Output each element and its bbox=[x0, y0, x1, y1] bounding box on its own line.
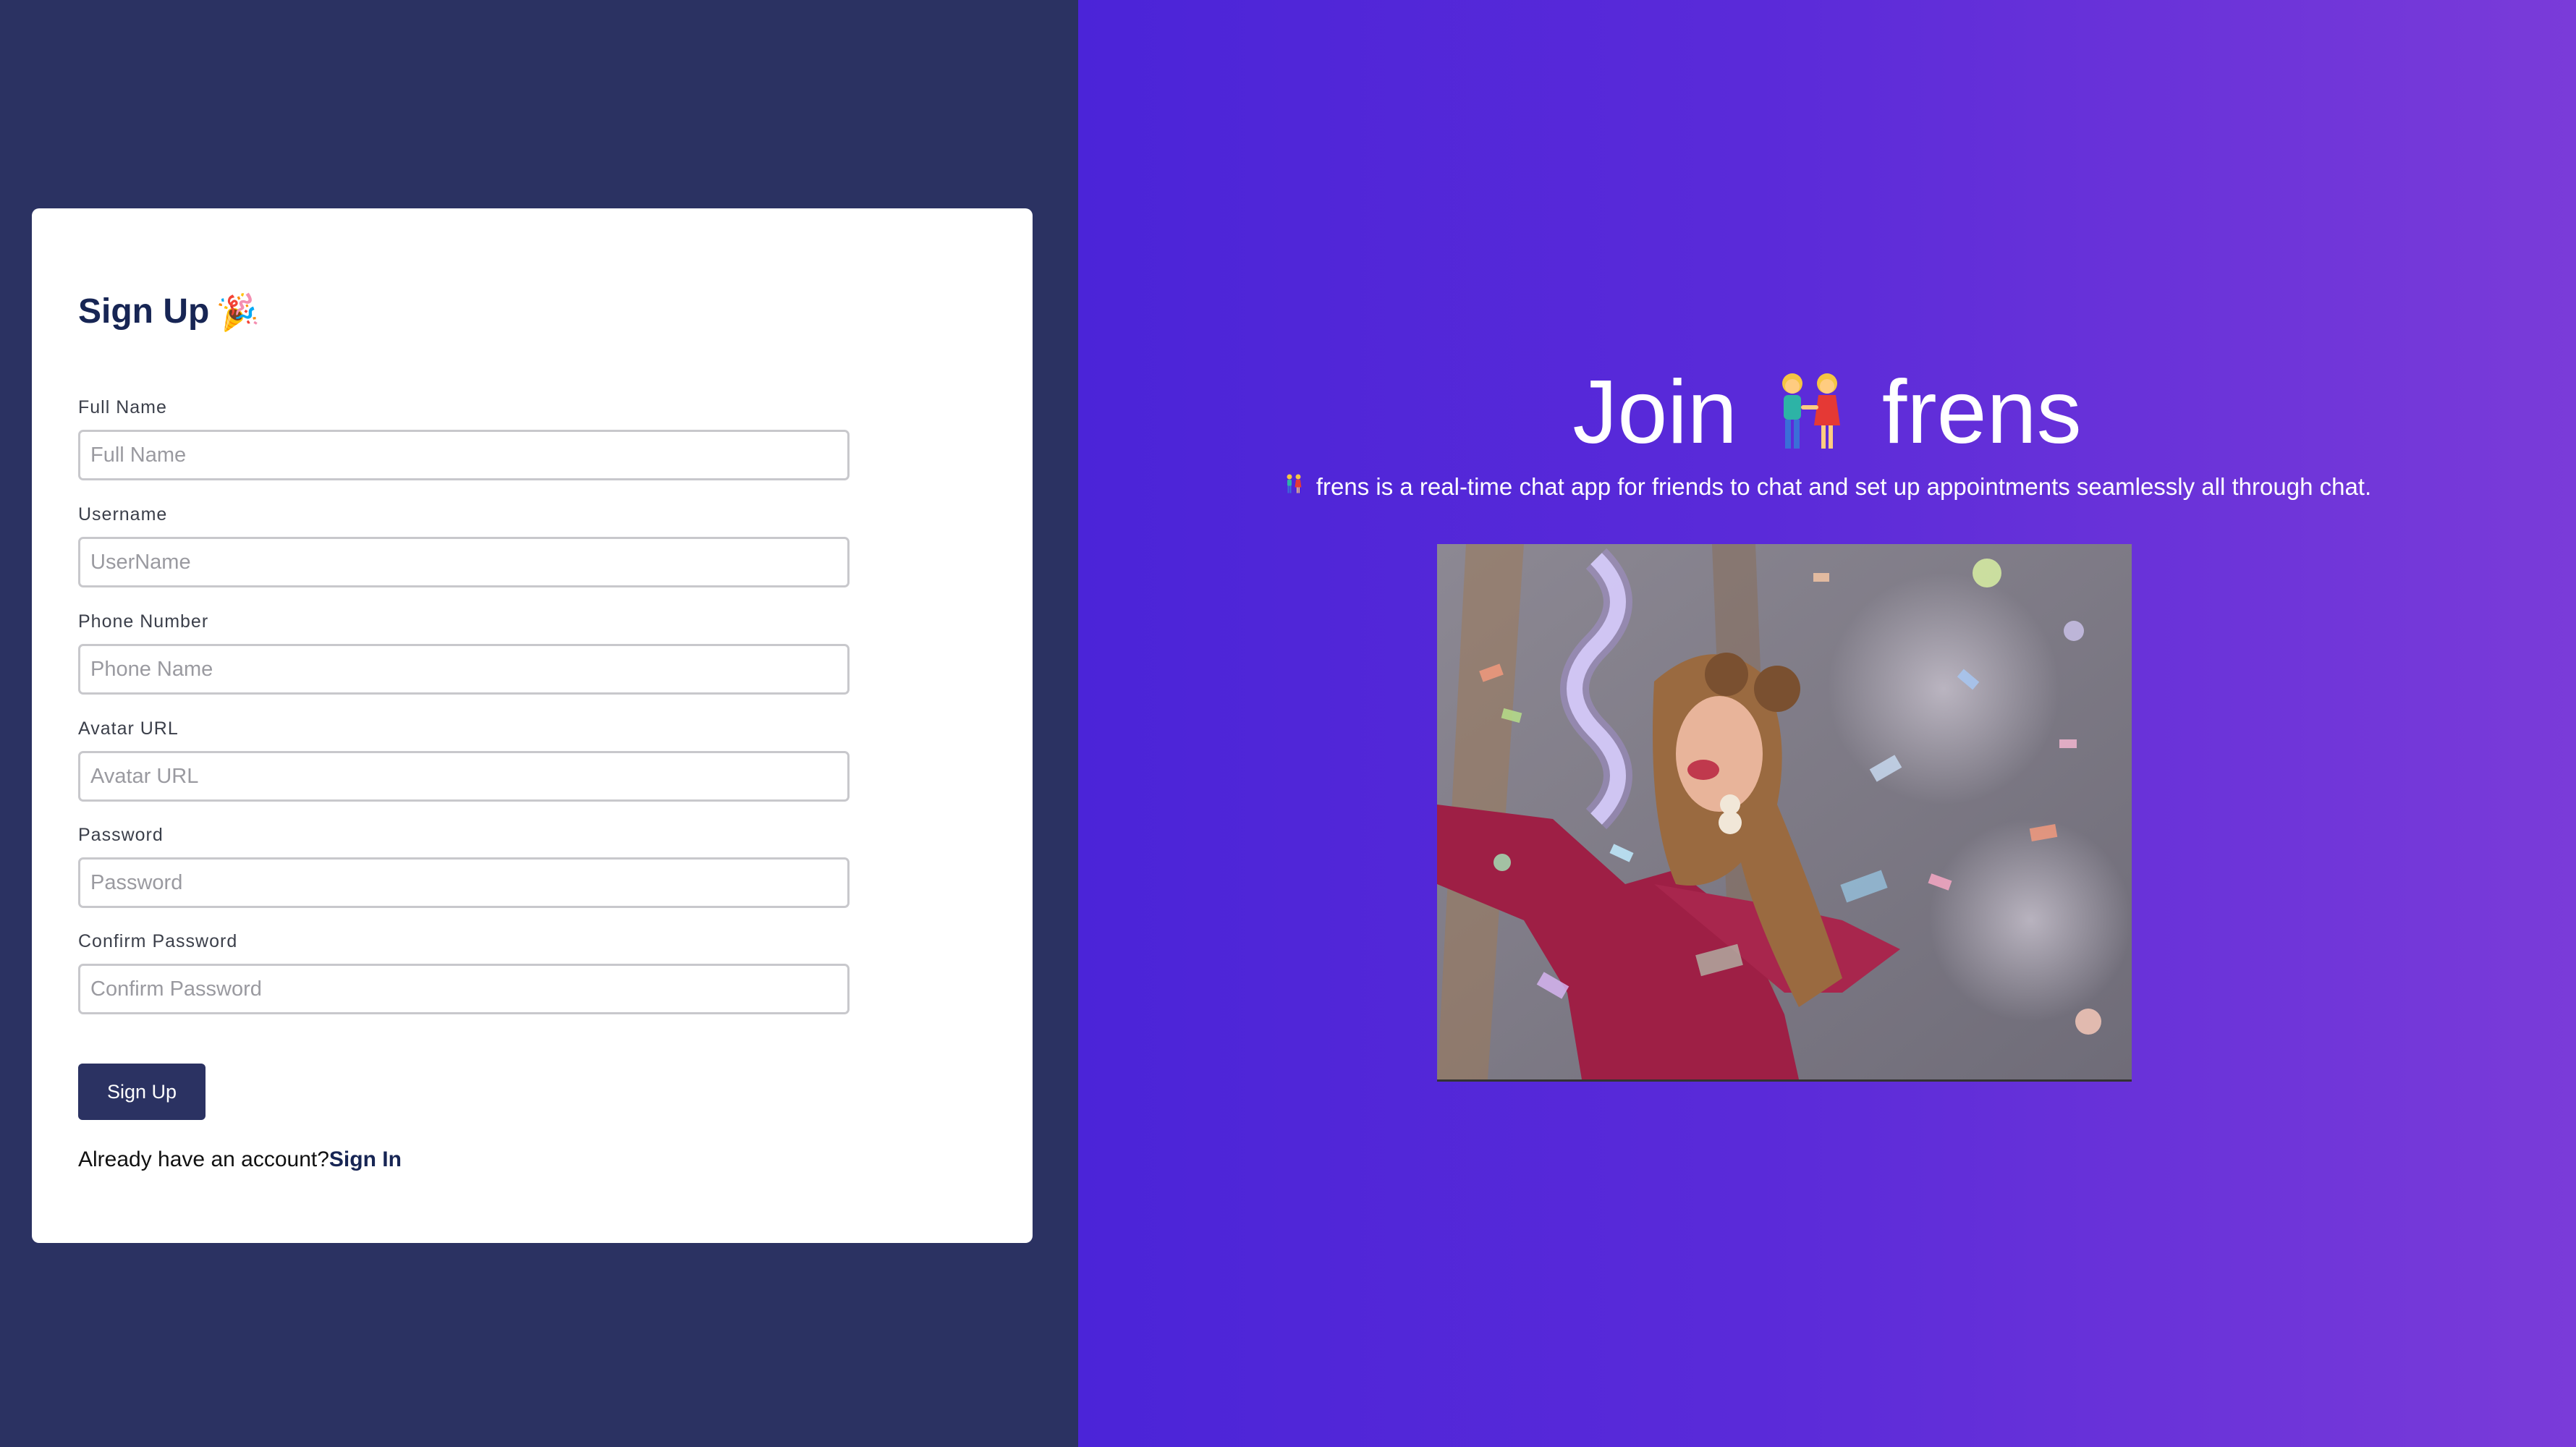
username-input[interactable] bbox=[78, 537, 850, 587]
password-input[interactable] bbox=[78, 857, 850, 908]
hero-title-frens: frens bbox=[1881, 362, 2082, 462]
sign-up-button[interactable]: Sign Up bbox=[78, 1064, 206, 1120]
full-name-label: Full Name bbox=[78, 397, 167, 417]
full-name-field: Full Name bbox=[78, 396, 850, 480]
signin-prompt-text: Already have an account? bbox=[78, 1147, 329, 1171]
hero-title-join: Join bbox=[1572, 362, 1737, 462]
sign-in-link[interactable]: Sign In bbox=[329, 1147, 402, 1171]
avatar-url-input[interactable] bbox=[78, 751, 850, 802]
full-name-input[interactable] bbox=[78, 430, 850, 480]
signup-title-text: Sign Up bbox=[78, 292, 210, 331]
confirm-password-label: Confirm Password bbox=[78, 931, 238, 951]
password-field: Password bbox=[78, 824, 850, 908]
party-popper-icon: 🎉 bbox=[214, 290, 261, 334]
signin-prompt: Already have an account?Sign In bbox=[78, 1147, 402, 1172]
hero-title: Join frens bbox=[1078, 358, 2576, 467]
hero-subtitle-text: frens is a real-time chat app for friend… bbox=[1315, 473, 2372, 500]
signup-title: Sign Up 🎉 bbox=[78, 290, 261, 334]
right-pane: Join frens frens is a real-time chat app… bbox=[1078, 0, 2576, 1447]
phone-number-input[interactable] bbox=[78, 644, 850, 695]
celebration-gif-image bbox=[1437, 544, 2132, 1082]
avatar-url-label: Avatar URL bbox=[78, 718, 179, 739]
signup-page: Sign Up 🎉 Full Name Username Phone Numbe… bbox=[0, 0, 2576, 1447]
phone-number-label: Phone Number bbox=[78, 611, 209, 632]
left-pane: Sign Up 🎉 Full Name Username Phone Numbe… bbox=[0, 0, 1078, 1447]
phone-number-field: Phone Number bbox=[78, 611, 850, 695]
confirm-password-input[interactable] bbox=[78, 964, 850, 1014]
two-women-holding-hands-icon bbox=[1766, 369, 1853, 456]
username-field: Username bbox=[78, 504, 850, 587]
confirm-password-field: Confirm Password bbox=[78, 930, 850, 1014]
avatar-url-field: Avatar URL bbox=[78, 718, 850, 802]
signup-card: Sign Up 🎉 Full Name Username Phone Numbe… bbox=[32, 208, 1033, 1243]
username-label: Username bbox=[78, 504, 168, 525]
hero-subtitle: frens is a real-time chat app for friend… bbox=[1078, 472, 2576, 502]
password-label: Password bbox=[78, 825, 164, 845]
two-women-holding-hands-small-icon bbox=[1283, 472, 1305, 502]
